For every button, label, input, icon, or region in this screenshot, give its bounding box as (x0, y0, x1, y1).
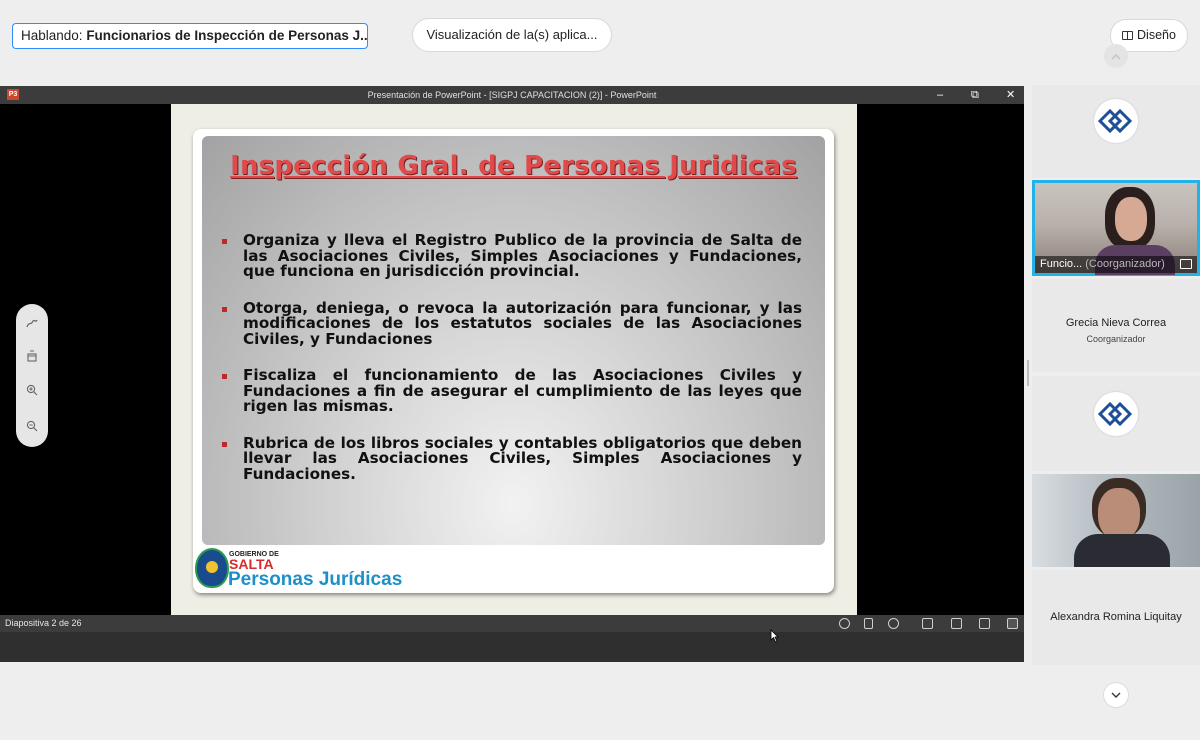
bullet-item: Otorga, deniega, o revoca la autorizació… (222, 298, 802, 348)
mouse-cursor-icon (770, 629, 779, 643)
layout-label: Diseño (1137, 28, 1176, 42)
slide-card: Inspección Gral. de Personas Juridicas O… (193, 129, 834, 593)
zoom-out-button[interactable] (16, 420, 48, 440)
reading-view-icon[interactable] (979, 618, 990, 629)
participant-shirt (1074, 534, 1170, 567)
bullet-item: Rubrica de los libros sociales y contabl… (222, 433, 802, 483)
slide-counter: Diapositiva 2 de 26 (5, 618, 82, 628)
slide-menu-icon[interactable] (864, 618, 873, 629)
presenter-tools-bar (16, 304, 48, 447)
org-logo-icon (1098, 108, 1133, 134)
participant-role: Coorganizador (1086, 334, 1146, 344)
speaking-name: Funcionarios de Inspección de Personas J… (86, 28, 368, 43)
powerpoint-title-bar: P3 Presentación de PowerPoint - [SIGPJ C… (0, 86, 1024, 104)
normal-view-icon[interactable] (922, 618, 933, 629)
org-logo-icon (1098, 401, 1133, 427)
bullet-text: Otorga, deniega, o revoca la autorizació… (243, 298, 802, 348)
zoom-in-button[interactable] (16, 384, 48, 404)
view-applications-button[interactable]: Visualización de la(s) aplica... (412, 18, 612, 52)
participant-name: Alexandra Romina Liquitay (1050, 611, 1182, 623)
bullet-marker (222, 374, 227, 379)
speaking-indicator: Hablando: Funcionarios de Inspección de … (12, 23, 368, 49)
participant-name: Grecia Nieva Correa (1065, 317, 1167, 329)
bullet-item: Organiza y lleva el Registro Publico de … (222, 231, 802, 280)
slideshow-icon[interactable] (1007, 618, 1018, 629)
share-icon (1180, 259, 1192, 269)
minimize-button[interactable]: – (937, 86, 943, 104)
slide-viewport: Inspección Gral. de Personas Juridicas O… (0, 104, 1024, 615)
scroll-up-button[interactable] (1104, 44, 1128, 68)
pen-icon (26, 319, 38, 328)
bullet-marker (222, 239, 227, 244)
slide-sorter-icon[interactable] (951, 618, 962, 629)
window-title: Presentación de PowerPoint - [SIGPJ CAPA… (367, 90, 657, 100)
layout-icon (1122, 31, 1134, 40)
eraser-icon (27, 350, 37, 362)
scroll-down-button[interactable] (1103, 682, 1129, 708)
chevron-up-icon (1111, 54, 1121, 60)
bullet-marker (222, 441, 227, 447)
participant-tile-alexandra[interactable]: Alexandra Romina Liquitay (1032, 570, 1200, 665)
slide-bullets: Organiza y lleva el Registro Publico de … (222, 231, 802, 503)
bullet-marker (222, 306, 227, 312)
slide-content-panel: Inspección Gral. de Personas Juridicas O… (202, 136, 825, 545)
org-logo-avatar (1094, 99, 1138, 143)
restore-button[interactable]: ⧉ (971, 86, 979, 104)
bullet-text: Rubrica de los libros sociales y contabl… (243, 433, 802, 483)
participant-face (1098, 488, 1140, 540)
bullet-item: Fiscaliza el funcionamiento de las Asoci… (222, 366, 802, 415)
speaker-name-label: Funcio... (Coorganizador) (1035, 256, 1197, 273)
participant-video-man[interactable] (1032, 474, 1200, 567)
org-logo-avatar (1094, 392, 1138, 436)
next-slide-icon[interactable] (888, 618, 899, 629)
zoom-out-icon (26, 420, 38, 432)
active-speaker-video[interactable]: Funcio... (Coorganizador) (1032, 180, 1200, 276)
chevron-down-icon (1111, 692, 1121, 698)
speaker-face (1115, 197, 1147, 241)
slide-title: Inspección Gral. de Personas Juridicas (230, 151, 797, 181)
participant-tile-logo-2[interactable] (1032, 376, 1200, 471)
bullet-text: Fiscaliza el funcionamiento de las Asoci… (243, 366, 802, 415)
bullet-text: Organiza y lleva el Registro Publico de … (243, 231, 802, 280)
previous-slide-icon[interactable] (839, 618, 850, 629)
speaker-role: (Coorganizador) (1085, 258, 1165, 270)
close-button[interactable]: ✕ (1006, 86, 1015, 104)
eraser-tool-button[interactable] (16, 350, 48, 370)
speaking-prefix: Hablando: (21, 28, 87, 43)
powerpoint-status-bar: Diapositiva 2 de 26 (0, 615, 1024, 632)
participant-tile-grecia[interactable]: Grecia Nieva Correa Coorganizador (1032, 279, 1200, 372)
taskbar-strip (0, 632, 1024, 662)
pen-tool-button[interactable] (16, 317, 48, 337)
salta-seal-icon (195, 548, 229, 588)
panel-resize-handle[interactable] (1027, 360, 1029, 386)
gobierno-salta-logo: GOBIERNO DE SALTA Personas Jurídicas (195, 545, 495, 591)
slide: Inspección Gral. de Personas Juridicas O… (171, 104, 857, 615)
zoom-in-icon (26, 384, 38, 396)
participant-tile-logo-1[interactable] (1032, 85, 1200, 178)
logo-personas-juridicas-text: Personas Jurídicas (228, 569, 403, 590)
speaker-name: Funcio... (1040, 258, 1083, 270)
